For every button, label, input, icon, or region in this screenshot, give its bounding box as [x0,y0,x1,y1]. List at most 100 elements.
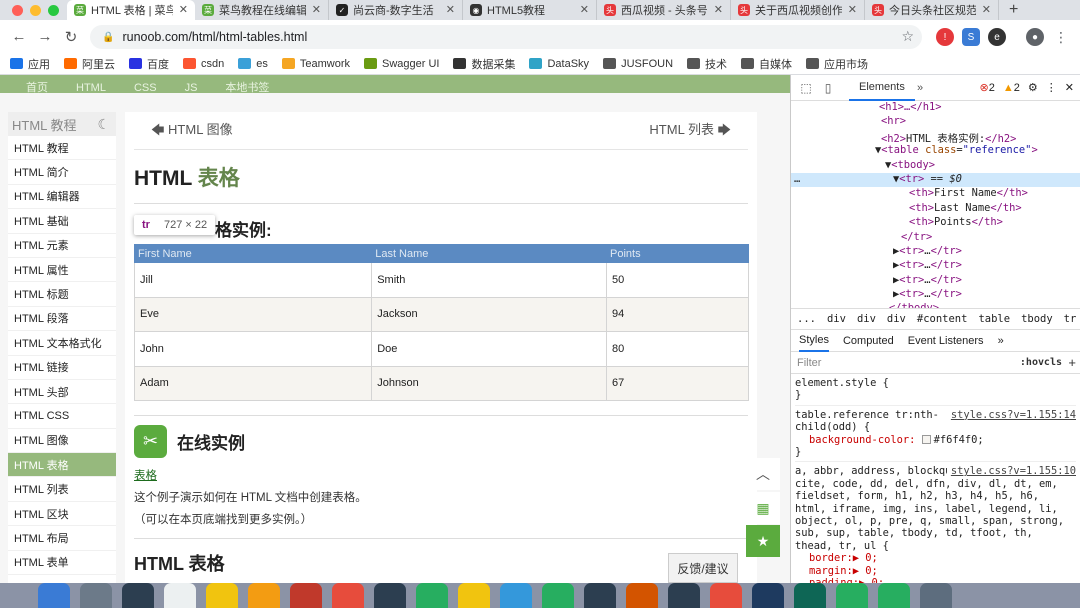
dock-app-icon[interactable] [878,583,910,608]
tab-close-icon[interactable]: ✕ [179,3,188,16]
bookmark-item[interactable]: csdn [183,58,224,70]
sidebar-item[interactable]: HTML 教程 [8,136,116,161]
dom-node-line[interactable]: ▼<tr> == $0… [791,172,1080,188]
bookmark-item[interactable]: 技术 [687,56,727,72]
breadcrumb-item[interactable]: #content [917,313,968,325]
dom-node-line[interactable]: </tbody> [791,302,1080,308]
dom-node-line[interactable]: <h1>…</h1> [791,101,1080,115]
breadcrumb-item[interactable]: ... [797,313,816,325]
sidebar-item[interactable]: HTML 图像 [8,429,116,454]
site-nav-item[interactable]: JS [185,83,198,94]
sidebar-item[interactable]: HTML 表单 [8,551,116,576]
browser-tab[interactable]: 菜 HTML 表格 | 菜鸟 ✕ [67,0,195,20]
extension-s-icon[interactable]: S [962,28,980,46]
filter-input[interactable]: Filter [797,357,821,369]
dock-app-icon[interactable] [164,583,196,608]
dom-node-line[interactable]: </tr> [791,231,1080,245]
bookmark-item[interactable]: 应用市场 [806,56,868,72]
cls-toggle[interactable]: .cls [1038,357,1062,368]
bookmark-item[interactable]: 阿里云 [64,56,115,72]
bookmark-item[interactable]: 数据采集 [453,56,515,72]
sidebar-item[interactable]: HTML 属性 [8,258,116,283]
error-count[interactable]: ⊗2 [980,81,995,94]
site-nav-item[interactable]: 首页 [26,83,48,94]
qr-code-button[interactable]: ▦ [746,492,780,524]
tab-close-icon[interactable]: ✕ [848,3,857,16]
dock-app-icon[interactable] [920,583,952,608]
color-swatch-icon[interactable] [921,435,931,445]
dock-app-icon[interactable] [584,583,616,608]
breadcrumb-item[interactable]: div [857,313,876,325]
menu-kebab-icon[interactable]: ⋮ [1052,28,1070,46]
scroll-top-button[interactable]: ︿ [746,458,780,490]
breadcrumb-item[interactable]: tr [1064,313,1077,325]
dock-app-icon[interactable] [80,583,112,608]
close-devtools-icon[interactable]: ✕ [1065,81,1074,94]
tab-close-icon[interactable]: ✕ [446,3,455,16]
dock-app-icon[interactable] [122,583,154,608]
sidebar-item[interactable]: HTML 区块 [8,502,116,527]
address-bar[interactable]: 🔒 runoob.com/html/html-tables.html ☆ [90,25,922,49]
sidebar-item[interactable]: HTML 布局 [8,526,116,551]
bookmark-item[interactable]: DataSky [529,58,589,70]
dock-app-icon[interactable] [500,583,532,608]
close-window-button[interactable] [12,4,23,16]
sidebar-item[interactable]: HTML 简介 [8,160,116,185]
dock-app-icon[interactable] [374,583,406,608]
back-icon[interactable]: ← [6,28,32,45]
dom-node-line[interactable]: ▶<tr>…</tr> [791,274,1080,288]
dock-app-icon[interactable] [38,583,70,608]
bookmark-item[interactable]: es [238,58,268,70]
bookmark-item[interactable]: Teamwork [281,58,350,70]
browser-tab[interactable]: 菜菜鸟教程在线编辑 ✕ [195,0,329,20]
settings-gear-icon[interactable]: ⚙ [1028,81,1038,94]
tab-close-icon[interactable]: ✕ [580,3,589,16]
dock-app-icon[interactable] [248,583,280,608]
dom-node-line[interactable]: ▼<table class="reference"> [791,144,1080,158]
node-actions-icon[interactable]: … [794,173,800,185]
browser-tab[interactable]: ◉ HTML5教程 ✕ [463,0,597,20]
inspect-element-icon[interactable]: ⬚ [795,81,817,95]
site-nav-item[interactable]: CSS [134,83,157,94]
dom-node-line[interactable]: ▼<tbody> [791,159,1080,173]
sidebar-item[interactable]: HTML 头部 [8,380,116,405]
dom-node-line[interactable]: <h2>HTML 表格实例:</h2> [791,130,1080,145]
dock-app-icon[interactable] [290,583,322,608]
sidebar-item[interactable]: HTML 列表 [8,477,116,502]
warning-count[interactable]: ▲2 [1003,82,1020,94]
dock-app-icon[interactable] [794,583,826,608]
rule-property[interactable]: background-color: #f6f4f0; [795,434,1076,446]
dock-app-icon[interactable] [542,583,574,608]
bookmark-item[interactable]: 应用 [10,56,50,72]
forward-icon[interactable]: → [32,28,58,45]
dock-app-icon[interactable] [626,583,658,608]
dom-node-line[interactable]: ▶<tr>…</tr> [791,245,1080,259]
more-panels-icon[interactable]: » [998,335,1004,347]
profile-avatar-icon[interactable]: ● [1026,28,1044,46]
example-link[interactable]: 表格 [134,467,748,483]
more-options-icon[interactable]: ⋮ [1046,81,1057,94]
bookmark-star-icon[interactable]: ☆ [901,28,914,45]
dock-app-icon[interactable] [206,583,238,608]
site-nav-item[interactable]: HTML [76,83,106,94]
sidebar-item[interactable]: HTML 文本格式化 [8,331,116,356]
dock-app-icon[interactable] [458,583,490,608]
browser-tab[interactable]: 头关于西瓜视频创作 ✕ [731,0,865,20]
browser-tab[interactable]: ✓ 尚云商-数字生活 ✕ [329,0,463,20]
new-rule-icon[interactable]: + [1068,355,1076,370]
breadcrumb-item[interactable]: table [978,313,1010,325]
breadcrumb-item[interactable]: tbody [1021,313,1053,325]
reload-icon[interactable]: ↻ [58,28,84,46]
sidebar-item[interactable]: HTML 元素 [8,234,116,258]
dock-app-icon[interactable] [836,583,868,608]
new-tab-button[interactable]: + [1009,0,1018,20]
tab-close-icon[interactable]: ✕ [982,3,991,16]
dock-app-icon[interactable] [710,583,742,608]
rule-property[interactable]: margin:▶ 0; [795,565,1076,577]
sidebar-item[interactable]: HTML 链接 [8,356,116,380]
sidebar-item[interactable]: HTML 表格 [8,453,116,478]
dom-node-line[interactable]: <th>Last Name</th> [791,202,1080,216]
browser-tab[interactable]: 头今日头条社区规范 ✕ [865,0,999,20]
dock-app-icon[interactable] [752,583,784,608]
browser-tab[interactable]: 头西瓜视频 - 头条号 ✕ [597,0,731,20]
